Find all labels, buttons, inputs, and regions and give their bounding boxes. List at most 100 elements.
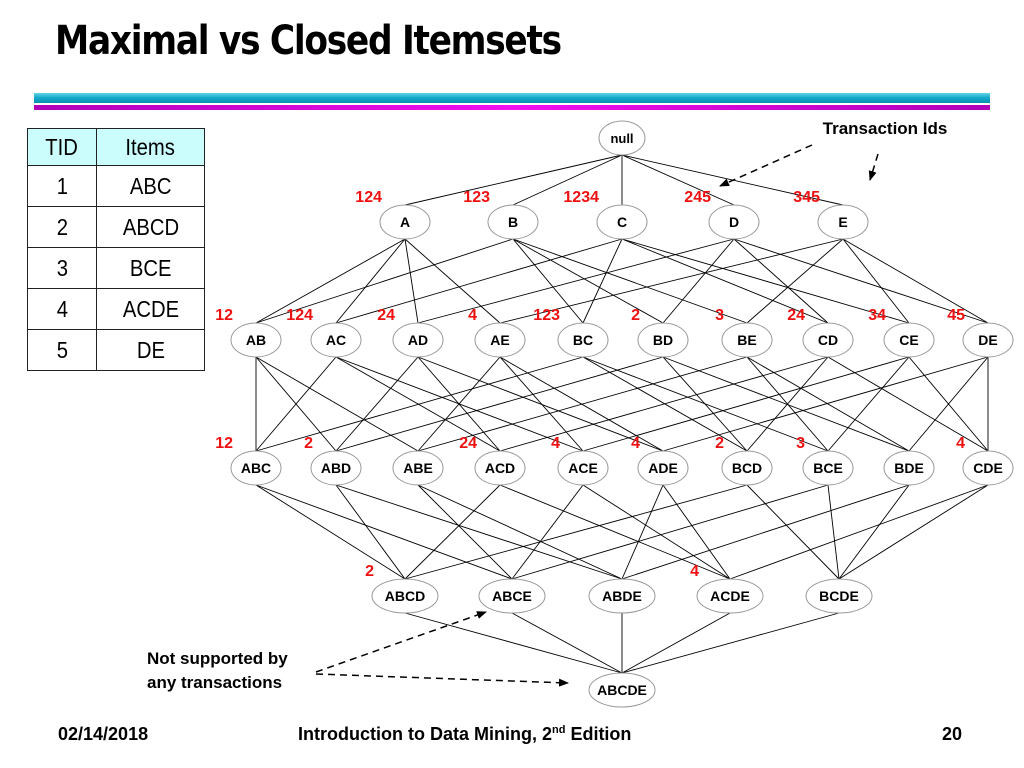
itemset-label: BD <box>653 332 673 348</box>
itemset-node: AC 124 <box>286 307 362 358</box>
lattice-edge <box>335 356 419 452</box>
itemset-label: ADE <box>648 460 678 476</box>
tid-list-label: 3 <box>796 435 805 452</box>
itemset-label: BC <box>573 332 593 348</box>
itemset-node: BDE <box>883 450 935 486</box>
not-supported-arrow-1 <box>315 611 487 673</box>
tid-list-label: 34 <box>868 307 886 324</box>
itemset-label: BE <box>737 332 756 348</box>
itemset-label: ABCDE <box>597 682 647 698</box>
itemset-node: null <box>598 120 646 156</box>
tid-list-label: 24 <box>459 435 477 452</box>
lattice-edge <box>621 484 910 580</box>
lattice-edge <box>621 612 731 674</box>
lattice-edge <box>335 356 664 452</box>
itemset-label: AC <box>326 332 346 348</box>
itemset-node: B 123 <box>463 189 539 240</box>
transaction-ids-arrow-1 <box>719 144 813 187</box>
lattice-edge <box>621 612 840 674</box>
tid-list-label: 124 <box>355 189 382 206</box>
itemset-node: CD 24 <box>787 307 854 358</box>
itemset-node: CDE 4 <box>956 435 1014 486</box>
tid-list-label: 45 <box>947 307 965 324</box>
lattice-edge <box>838 484 989 580</box>
itemset-node: ABE <box>392 450 444 486</box>
lattice-edge <box>662 356 748 452</box>
tid-list-label: 345 <box>793 189 820 206</box>
tid-list-label: 2 <box>715 435 724 452</box>
lattice-edge <box>733 238 829 324</box>
tid-list-label: 3 <box>715 307 724 324</box>
lattice-edge <box>417 356 664 452</box>
itemset-label: ABC <box>241 460 271 476</box>
tid-list-label: 123 <box>533 307 560 324</box>
itemset-node: BE 3 <box>715 307 773 358</box>
tid-list-label: 12 <box>215 307 233 324</box>
itemset-node: ABCDE <box>588 672 656 708</box>
tid-list-label: 2 <box>365 563 374 580</box>
tid-list-label: 4 <box>631 435 640 452</box>
itemset-node: ABCD 2 <box>365 563 439 614</box>
lattice-edge <box>404 238 501 324</box>
tid-list-label: 24 <box>787 307 805 324</box>
lattice-edge <box>662 356 989 452</box>
lattice-edge <box>746 356 910 452</box>
lattice-edge <box>838 484 910 580</box>
itemset-node: BC 123 <box>533 307 609 358</box>
itemset-label: CE <box>899 332 918 348</box>
itemset-label: E <box>838 214 847 230</box>
itemset-node: BCDE <box>805 578 873 614</box>
itemset-node: AD 24 <box>377 307 444 358</box>
lattice-edge <box>511 484 829 580</box>
itemset-label: ACE <box>568 460 598 476</box>
itemset-label: ACDE <box>710 588 750 604</box>
footer-course: Introduction to Data Mining, 2nd Edition <box>298 724 632 744</box>
lattice-edge <box>417 238 735 324</box>
lattice-edge <box>729 484 989 580</box>
itemset-node: ABDE <box>588 578 656 614</box>
footer-date: 02/14/2018 <box>58 724 149 744</box>
lattice-edge <box>404 238 419 324</box>
itemset-label: ABCE <box>492 588 532 604</box>
itemset-node: CE 34 <box>868 307 935 358</box>
itemset-label: BCD <box>732 460 762 476</box>
itemset-node: E 345 <box>793 189 869 240</box>
itemset-label: B <box>508 214 518 230</box>
itemset-label: DE <box>978 332 997 348</box>
itemset-node: ABD 2 <box>304 435 362 486</box>
footer-page-number: 20 <box>942 724 963 744</box>
lattice-edge <box>746 484 840 580</box>
lattice-edge <box>511 484 584 580</box>
itemset-label: C <box>617 214 627 230</box>
tid-list-label: 4 <box>956 435 965 452</box>
itemset-label: BCDE <box>819 588 859 604</box>
not-supported-label-line1: Not supported by <box>147 649 288 668</box>
itemset-label: AE <box>490 332 509 348</box>
itemset-label: BCE <box>813 460 843 476</box>
tid-list-label: 24 <box>377 307 395 324</box>
transaction-ids-arrow-2 <box>868 153 879 181</box>
tid-list-label: 124 <box>286 307 313 324</box>
lattice-edge <box>404 484 501 580</box>
itemset-label: ABDE <box>602 588 642 604</box>
itemset-label: AD <box>408 332 428 348</box>
lattice-nodes: nullA124B123C1234D245E345AB12AC124AD24AE… <box>215 120 1014 708</box>
itemset-label: ABE <box>403 460 433 476</box>
itemset-node: BCD 2 <box>715 435 773 486</box>
tid-list-label: 4 <box>551 435 560 452</box>
lattice-edge <box>621 154 735 206</box>
lattice-edge <box>827 356 910 452</box>
lattice-edge <box>255 484 513 580</box>
lattice-edge <box>417 484 513 580</box>
itemset-node: ACE 4 <box>551 435 609 486</box>
itemset-node: C 1234 <box>563 189 648 240</box>
itemset-label: ABD <box>321 460 351 476</box>
tid-list-label: 2 <box>631 307 640 324</box>
itemset-node: A 124 <box>355 189 431 240</box>
itemset-node: ABCE <box>478 578 546 614</box>
itemset-lattice: nullA124B123C1234D245E345AB12AC124AD24AE… <box>147 119 1014 708</box>
tid-list-label: 4 <box>468 307 477 324</box>
itemset-label: null <box>610 131 633 146</box>
lattice-edge <box>335 484 623 580</box>
itemset-label: CDE <box>973 460 1003 476</box>
